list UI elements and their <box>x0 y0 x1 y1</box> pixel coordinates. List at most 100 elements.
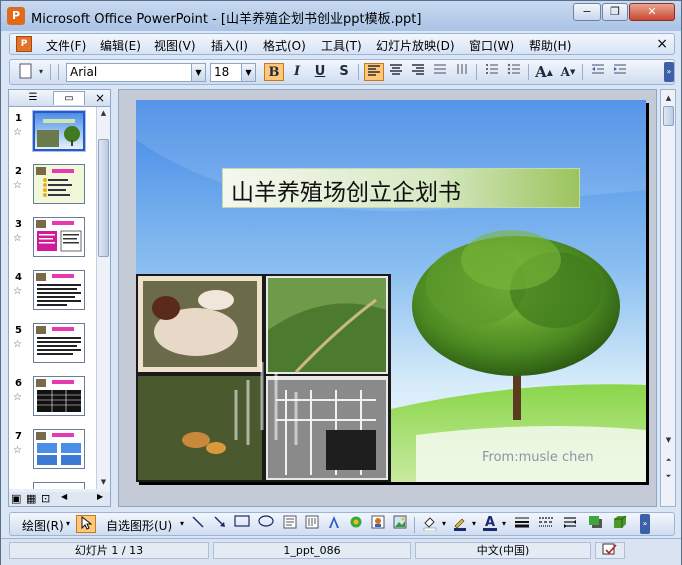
columns-icon[interactable] <box>452 63 472 81</box>
menu-format[interactable]: 格式(O) <box>263 37 306 54</box>
font-name-combo[interactable]: Arial ▼ <box>66 63 206 82</box>
panel-close-icon[interactable]: × <box>93 91 107 105</box>
menu-help[interactable]: 帮助(H) <box>529 37 571 54</box>
list-item[interactable]: 6 ☆ <box>9 374 97 426</box>
chevron-down-icon[interactable]: ▾ <box>442 519 446 528</box>
line-color-icon[interactable] <box>450 515 470 533</box>
slide-thumbnail[interactable] <box>33 429 85 469</box>
menu-tools[interactable]: 工具(T) <box>321 37 362 54</box>
line-style-icon[interactable] <box>512 515 532 533</box>
diagram-icon[interactable] <box>346 515 366 533</box>
shadow-button[interactable]: S <box>334 63 354 81</box>
dash-style-icon[interactable] <box>536 515 556 533</box>
list-item[interactable]: 5 ☆ <box>9 321 97 373</box>
scroll-thumb[interactable] <box>98 139 109 257</box>
toolbar-options-icon[interactable]: » <box>640 514 650 534</box>
slides-tab-icon[interactable]: ▭ <box>53 91 85 105</box>
underline-button[interactable]: U <box>310 63 330 81</box>
chevron-down-icon[interactable]: ▾ <box>502 519 506 528</box>
picture-icon[interactable] <box>390 515 410 533</box>
autoshapes-menu-button[interactable]: 自选图形(U) <box>106 517 172 534</box>
minimize-button[interactable]: − <box>573 3 601 21</box>
chevron-down-icon[interactable]: ▾ <box>66 519 70 528</box>
3d-icon[interactable] <box>610 515 630 533</box>
restore-button[interactable]: ❐ <box>602 3 628 21</box>
outline-tab-icon[interactable]: ☰ <box>17 91 49 105</box>
wordart-icon[interactable] <box>324 515 344 533</box>
next-slide-icon[interactable]: ⏷ <box>662 470 675 483</box>
list-item[interactable]: 4 ☆ <box>9 268 97 320</box>
spelling-icon[interactable] <box>595 542 625 559</box>
bold-button[interactable]: B <box>264 63 284 81</box>
increase-indent-icon[interactable] <box>610 63 630 81</box>
italic-button[interactable]: I <box>287 63 307 81</box>
sorter-view-icon[interactable]: ▦ <box>26 492 36 505</box>
line-icon[interactable] <box>188 515 208 533</box>
slide-vertical-scrollbar[interactable]: ▲ ▼ ⏶ ⏷ <box>660 89 676 507</box>
normal-view-icon[interactable]: ▣ <box>11 492 21 505</box>
arrow-icon[interactable] <box>210 515 230 533</box>
chevron-down-icon[interactable]: ▼ <box>191 64 205 81</box>
list-item[interactable]: 7 ☆ <box>9 427 97 479</box>
list-item[interactable]: 2 ☆ <box>9 162 97 214</box>
slide-thumbnail[interactable] <box>33 323 85 363</box>
slide-author-text[interactable]: From:musle chen <box>482 450 594 465</box>
thumbnail-scrollbar[interactable]: ▲ ▼ <box>96 107 110 489</box>
font-color-icon[interactable]: A <box>480 514 500 532</box>
design-template-status[interactable]: 1_ppt_086 <box>213 542 411 559</box>
clipart-icon[interactable] <box>368 515 388 533</box>
toolbar-options-icon[interactable]: » <box>664 62 674 82</box>
slide-thumbnail[interactable] <box>33 217 85 257</box>
decrease-indent-icon[interactable] <box>588 63 608 81</box>
scroll-thumb[interactable] <box>663 106 674 126</box>
menu-slideshow[interactable]: 幻灯片放映(D) <box>376 37 455 54</box>
scroll-down-icon[interactable]: ▼ <box>662 434 675 447</box>
menu-window[interactable]: 窗口(W) <box>469 37 514 54</box>
chevron-down-icon[interactable]: ▾ <box>180 519 184 528</box>
scroll-left-icon[interactable]: ◀ <box>61 492 67 501</box>
fill-color-icon[interactable] <box>420 515 440 533</box>
textbox-icon[interactable] <box>280 515 300 533</box>
document-icon[interactable]: P <box>16 36 32 52</box>
slide-title-box[interactable]: 山羊养殖场创立企划书 <box>222 168 580 208</box>
list-item[interactable]: 1 ☆ <box>9 109 97 161</box>
slide-thumbnail[interactable] <box>33 270 85 310</box>
decrease-font-icon[interactable]: A▼ <box>558 63 578 81</box>
slide-thumbnail[interactable] <box>33 376 85 416</box>
scroll-right-icon[interactable]: ▶ <box>97 492 103 501</box>
previous-slide-icon[interactable]: ⏶ <box>662 454 675 467</box>
arrow-style-icon[interactable] <box>560 515 580 533</box>
distribute-icon[interactable] <box>430 63 450 81</box>
bullets-icon[interactable] <box>504 63 524 81</box>
slide-thumbnail[interactable] <box>33 164 85 204</box>
list-item[interactable] <box>9 480 97 489</box>
numbering-icon[interactable] <box>482 63 502 81</box>
rectangle-icon[interactable] <box>232 515 252 533</box>
language-status[interactable]: 中文(中国) <box>415 542 591 559</box>
list-item[interactable]: 3 ☆ <box>9 215 97 267</box>
font-size-combo[interactable]: 18 ▼ <box>210 63 256 82</box>
document-close-button[interactable]: × <box>656 36 668 52</box>
powerpoint-icon[interactable]: P <box>7 7 25 25</box>
oval-icon[interactable] <box>256 515 276 533</box>
shadow-icon[interactable] <box>586 515 606 533</box>
chevron-down-icon[interactable]: ▼ <box>241 64 255 81</box>
draw-menu-button[interactable]: 绘图(R) <box>22 517 64 534</box>
menu-view[interactable]: 视图(V) <box>154 37 196 54</box>
menu-insert[interactable]: 插入(I) <box>211 37 248 54</box>
slide-thumbnail[interactable] <box>33 482 85 489</box>
new-dropdown-arrow-icon[interactable]: ▾ <box>36 63 46 81</box>
close-button[interactable]: ✕ <box>629 3 675 21</box>
align-left-icon[interactable] <box>364 63 384 81</box>
chevron-down-icon[interactable]: ▾ <box>472 519 476 528</box>
align-center-icon[interactable] <box>386 63 406 81</box>
align-right-icon[interactable] <box>408 63 428 81</box>
slide-thumbnail[interactable] <box>32 110 86 152</box>
slideshow-view-icon[interactable]: ⊡ <box>41 492 50 505</box>
menu-edit[interactable]: 编辑(E) <box>100 37 141 54</box>
menu-file[interactable]: 文件(F) <box>46 37 86 54</box>
slide-canvas[interactable]: 山羊养殖场创立企划书 From:musle chen <box>136 100 646 482</box>
select-arrow-icon[interactable] <box>76 515 96 533</box>
scroll-down-icon[interactable]: ▼ <box>97 476 110 489</box>
increase-font-icon[interactable]: A▲ <box>534 63 554 81</box>
